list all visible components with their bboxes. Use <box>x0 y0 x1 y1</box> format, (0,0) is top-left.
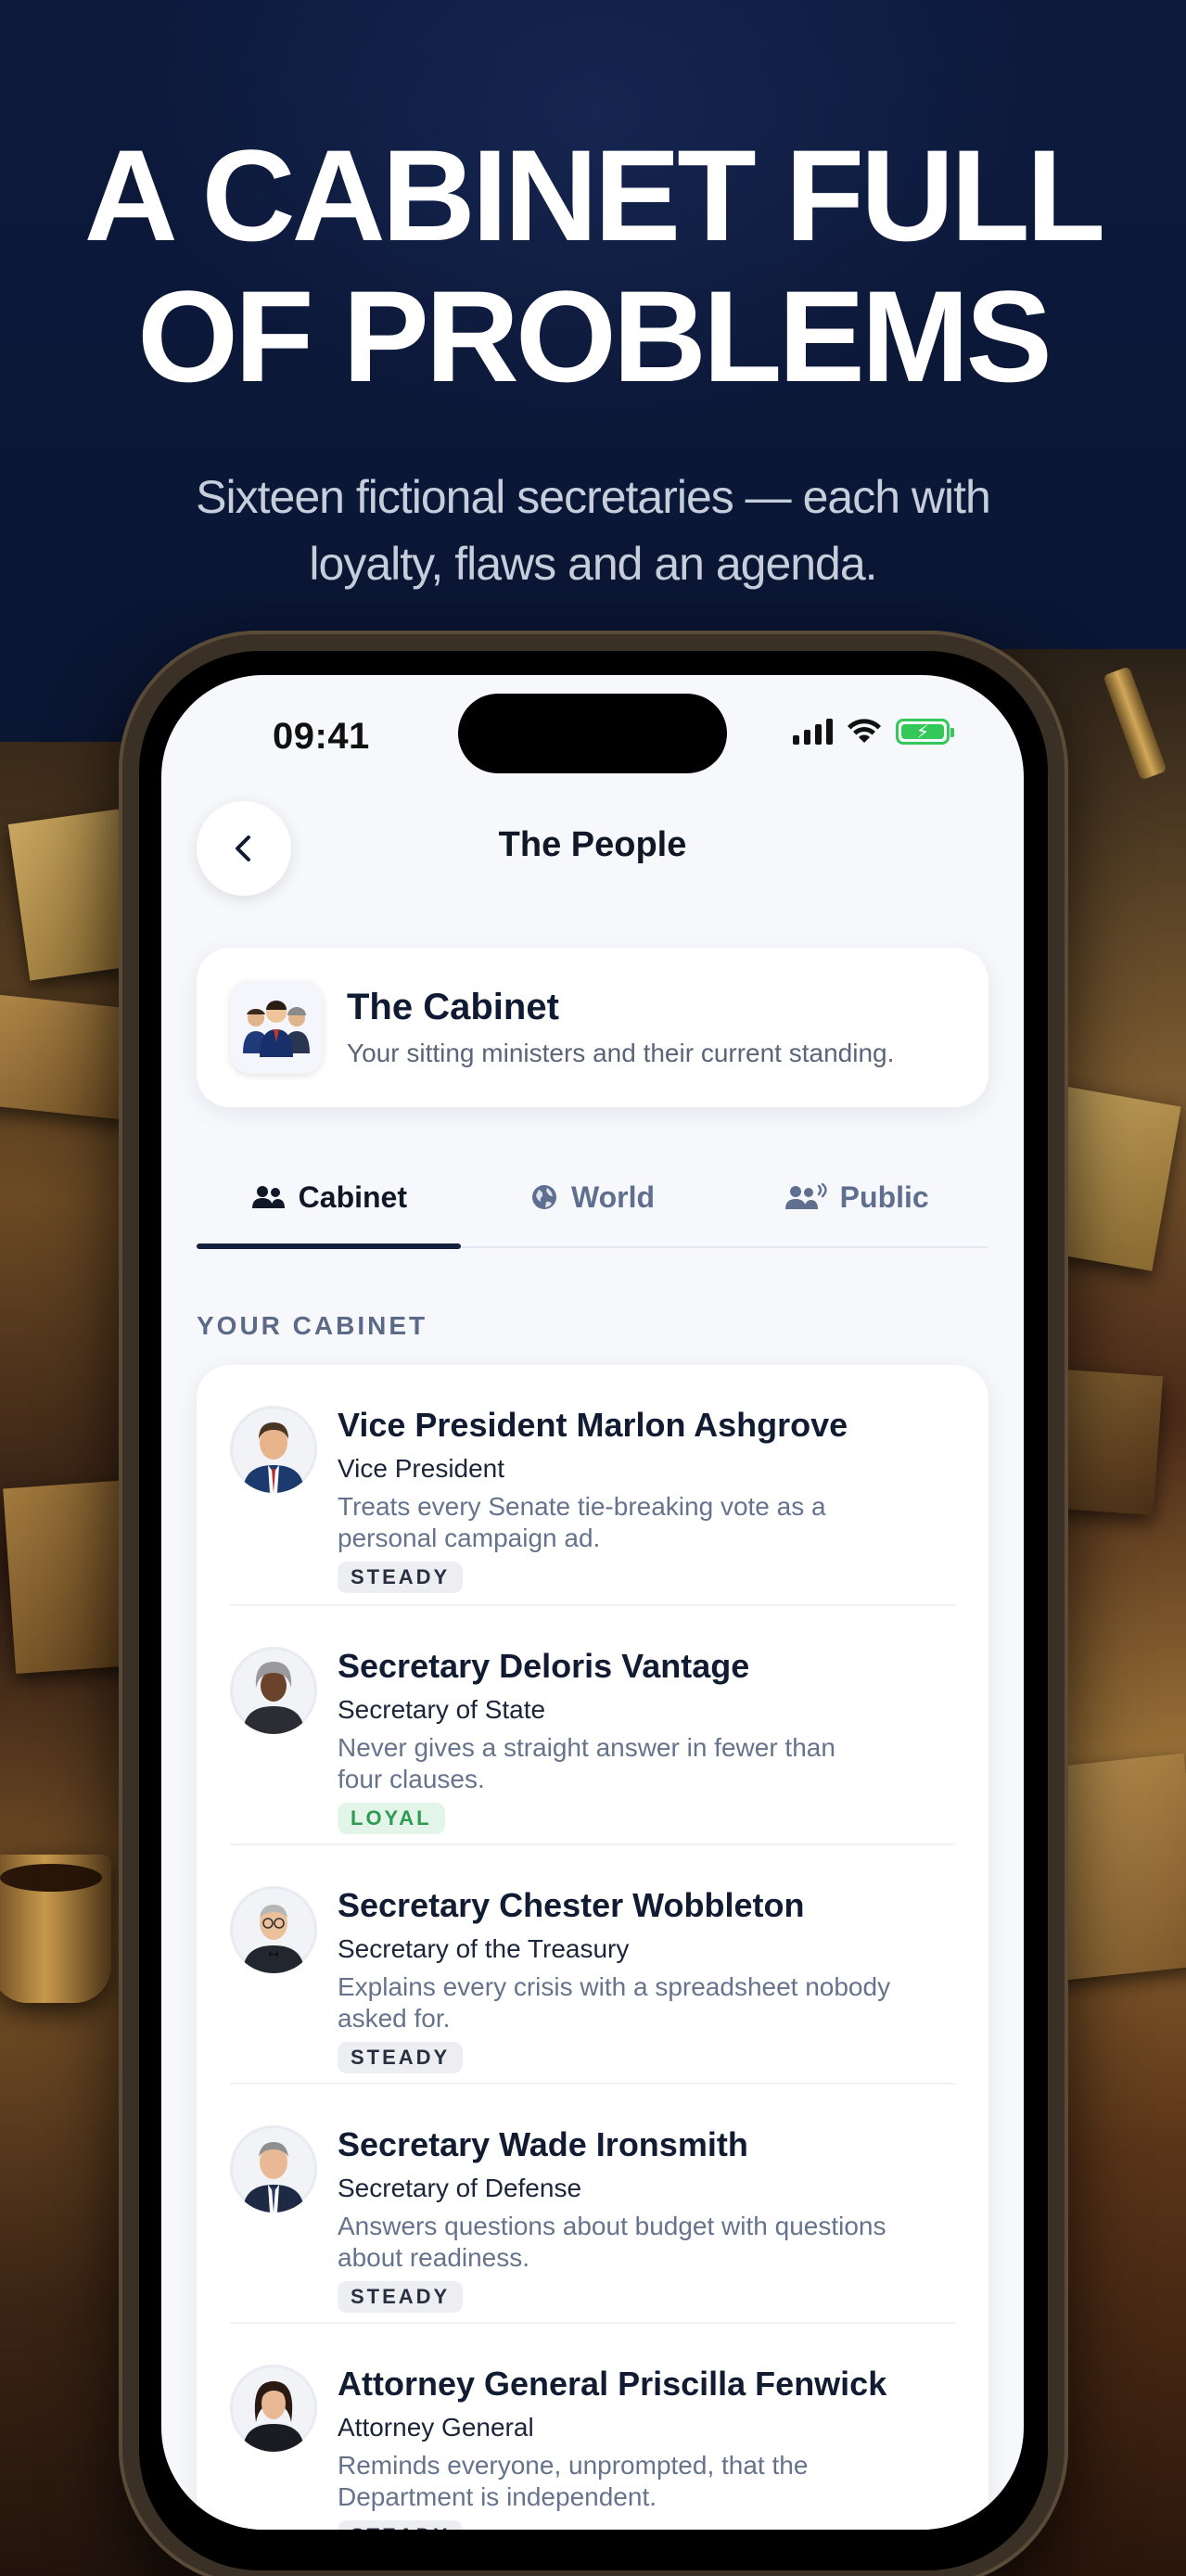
avatar <box>230 1406 317 1493</box>
page-title: The People <box>498 825 687 864</box>
member-description-line: Explains every crisis with a spreadsheet… <box>338 1972 891 2001</box>
tab-public-label: Public <box>839 1180 929 1214</box>
member-description-line: personal campaign ad. <box>338 1524 601 1552</box>
member-description: Answers questions about budget with ques… <box>338 2211 931 2274</box>
cabinet-subtitle: Your sitting ministers and their current… <box>347 1039 895 1067</box>
cabinet-member-row[interactable]: Secretary Deloris Vantage Secretary of S… <box>230 1604 955 1843</box>
member-title: Secretary of Defense <box>338 2174 582 2202</box>
member-name: Secretary Deloris Vantage <box>338 1647 750 1685</box>
tab-bar: Cabinet World Public <box>197 1148 988 1249</box>
member-name: Attorney General Priscilla Fenwick <box>338 2365 887 2403</box>
cabinet-title: The Cabinet <box>347 987 559 1027</box>
member-description-line: four clauses. <box>338 1765 485 1793</box>
tab-world[interactable]: World <box>461 1148 725 1246</box>
member-description: Never gives a straight answer in fewer t… <box>338 1732 931 1795</box>
member-title: Secretary of State <box>338 1695 546 1724</box>
avatar <box>230 1647 317 1734</box>
avatar <box>230 1886 317 1973</box>
subheadline-line-2: loyalty, flaws and an agenda. <box>309 538 877 590</box>
member-description-line: about readiness. <box>338 2243 530 2272</box>
headline-line-1: A CABINET FULL <box>83 122 1106 268</box>
tab-world-label: World <box>570 1180 656 1214</box>
cabinet-group-icon <box>230 981 323 1074</box>
cabinet-member-row[interactable]: Attorney General Priscilla Fenwick Attor… <box>230 2322 955 2530</box>
section-label: YOUR CABINET <box>197 1311 428 1340</box>
member-description-line: Reminds everyone, unprompted, that the <box>338 2451 809 2480</box>
cabinet-list: Vice President Marlon Ashgrove Vice Pres… <box>197 1365 988 2530</box>
promo-headline: A CABINET FULL OF PROBLEMS <box>0 125 1186 407</box>
subheadline-line-1: Sixteen fictional secretaries — each wit… <box>196 471 991 523</box>
navigation-bar: The People <box>161 797 1024 899</box>
people-icon <box>251 1186 285 1208</box>
member-title: Vice President <box>338 1454 505 1483</box>
member-description: Explains every crisis with a spreadsheet… <box>338 1971 931 2034</box>
member-title: Secretary of the Treasury <box>338 1934 630 1963</box>
battery-charging-icon: ⚡ <box>896 719 954 745</box>
member-description-line: Department is independent. <box>338 2482 657 2511</box>
crowd-voice-icon <box>784 1183 827 1209</box>
member-description-line: Answers questions about budget with ques… <box>338 2212 886 2240</box>
app-screen: 09:41 ⚡ The People The Cabinet Your sitt… <box>161 675 1024 2530</box>
cellular-signal-icon <box>793 719 833 745</box>
cabinet-header-card: The Cabinet Your sitting ministers and t… <box>197 948 988 1107</box>
member-description-line: asked for. <box>338 2004 451 2033</box>
status-icons: ⚡ <box>793 718 954 746</box>
status-badge: STEADY <box>338 2281 464 2313</box>
cabinet-member-row[interactable]: Secretary Chester Wobbleton Secretary of… <box>230 1843 955 2083</box>
status-badge: STEADY <box>338 2520 464 2530</box>
status-badge: STEADY <box>338 1562 464 1593</box>
status-badge: LOYAL <box>338 1803 445 1834</box>
status-time: 09:41 <box>273 716 370 757</box>
member-name: Vice President Marlon Ashgrove <box>338 1406 848 1444</box>
member-description-line: Treats every Senate tie-breaking vote as… <box>338 1492 826 1521</box>
tab-cabinet-label: Cabinet <box>298 1180 407 1214</box>
tab-public[interactable]: Public <box>724 1148 988 1246</box>
member-description-line: Never gives a straight answer in fewer t… <box>338 1733 835 1762</box>
member-title: Attorney General <box>338 2413 534 2442</box>
member-name: Secretary Chester Wobbleton <box>338 1886 805 1924</box>
avatar <box>230 2365 317 2452</box>
tab-cabinet[interactable]: Cabinet <box>197 1148 461 1249</box>
headline-line-2: OF PROBLEMS <box>137 263 1052 409</box>
dynamic-island <box>458 694 727 773</box>
member-description: Treats every Senate tie-breaking vote as… <box>338 1491 931 1554</box>
status-badge: STEADY <box>338 2042 464 2073</box>
cabinet-member-row[interactable]: Vice President Marlon Ashgrove Vice Pres… <box>230 1365 955 1604</box>
cabinet-member-row[interactable]: Secretary Wade Ironsmith Secretary of De… <box>230 2083 955 2322</box>
globe-icon <box>531 1185 556 1209</box>
avatar <box>230 2125 317 2213</box>
member-description: Reminds everyone, unprompted, that the D… <box>338 2450 931 2513</box>
member-name: Secretary Wade Ironsmith <box>338 2125 748 2163</box>
wifi-icon <box>848 719 881 743</box>
promo-subheadline: Sixteen fictional secretaries — each wit… <box>0 464 1186 597</box>
coffee-mug-decoration <box>0 1855 111 2003</box>
